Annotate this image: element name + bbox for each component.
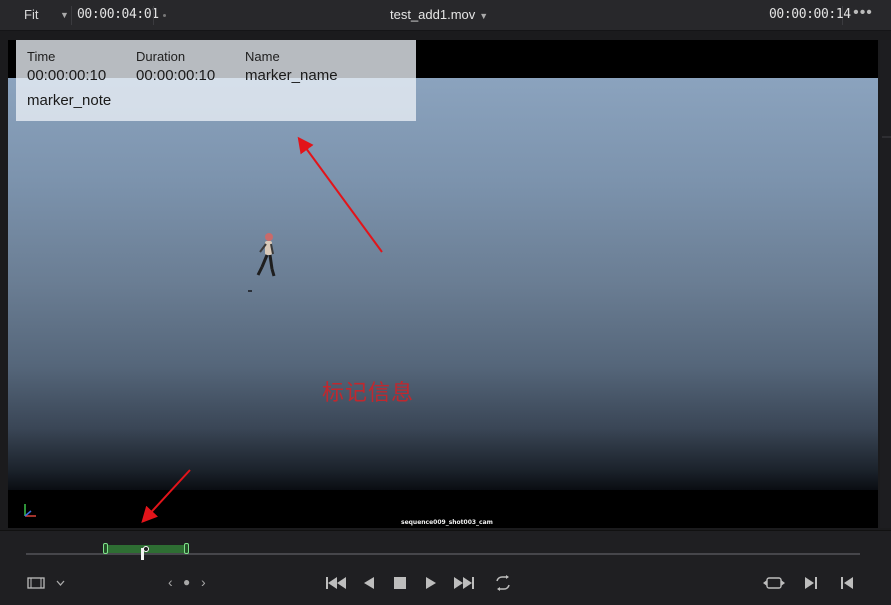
play-icon xyxy=(426,577,436,589)
current-timecode[interactable]: 00:00:04:01 xyxy=(77,4,159,26)
marker-info-overlay: Time Duration Name 00:00:00:10 00:00:00:… xyxy=(16,40,416,121)
dot-icon[interactable]: ● xyxy=(183,575,190,589)
loop-icon xyxy=(496,575,510,591)
timeline-scrubber[interactable] xyxy=(26,553,860,555)
playhead-marker-dot xyxy=(143,546,149,552)
loop-button[interactable] xyxy=(493,574,513,592)
scroll-edge xyxy=(880,40,891,528)
duration-header: Duration xyxy=(136,49,186,64)
name-header: Name xyxy=(245,49,280,64)
marker-duration: 00:00:00:10 xyxy=(136,67,216,84)
chevron-down-icon: ▼ xyxy=(60,10,69,20)
last-frame-button[interactable] xyxy=(454,575,474,591)
divider xyxy=(153,6,154,25)
camera-label: sequence009_shot003_cam xyxy=(401,519,493,526)
arrow-to-marker xyxy=(141,469,191,523)
annotation-label: 标记信息 xyxy=(322,381,415,406)
marker-in-handle[interactable] xyxy=(103,543,108,554)
chevron-right-icon[interactable]: › xyxy=(201,574,206,590)
first-frame-button[interactable] xyxy=(326,575,346,591)
skip-to-start-icon xyxy=(326,577,346,589)
marker-out-handle[interactable] xyxy=(184,543,189,554)
chevron-left-icon[interactable]: ‹ xyxy=(168,574,173,590)
next-edit-button[interactable] xyxy=(804,575,818,591)
viewer-header: Fit ▼ 00:00:04:01 test_add1.mov ▼ 00:00:0… xyxy=(0,0,891,31)
stop-button[interactable] xyxy=(393,576,407,590)
marker-note: marker_note xyxy=(27,92,112,109)
filmstrip-icon xyxy=(27,577,65,589)
duration-timecode: 00:00:00:14 xyxy=(769,7,851,22)
skip-to-end-icon xyxy=(454,577,474,589)
arrow-to-overlay xyxy=(297,136,383,253)
divider xyxy=(71,6,72,25)
clip-name-dropdown[interactable]: test_add1.mov ▼ xyxy=(390,4,488,26)
transport-bar xyxy=(0,530,891,605)
marker-navigation: ‹ ● › xyxy=(168,574,212,592)
match-frame-icon xyxy=(763,577,785,589)
marker-time: 00:00:00:10 xyxy=(27,67,107,84)
play-button[interactable] xyxy=(425,575,437,591)
match-frame-button[interactable] xyxy=(763,575,785,591)
zoom-dropdown[interactable]: Fit ▼ xyxy=(8,4,70,26)
stop-icon xyxy=(394,577,406,589)
prev-edit-icon xyxy=(841,577,853,589)
time-header: Time xyxy=(27,49,56,64)
zoom-label: Fit xyxy=(24,7,39,22)
dot-icon xyxy=(163,14,166,17)
play-reverse-button[interactable] xyxy=(363,575,375,591)
axes-gizmo-icon xyxy=(24,504,36,517)
more-options-button[interactable]: ••• xyxy=(851,4,875,26)
chevron-down-icon: ▼ xyxy=(479,11,489,21)
clip-name: test_add1.mov xyxy=(390,7,476,22)
play-reverse-icon xyxy=(364,577,374,589)
marker-name: marker_name xyxy=(245,67,338,84)
next-edit-icon xyxy=(805,577,817,589)
prev-edit-button[interactable] xyxy=(840,575,854,591)
viewer-mode-dropdown[interactable] xyxy=(27,576,67,590)
